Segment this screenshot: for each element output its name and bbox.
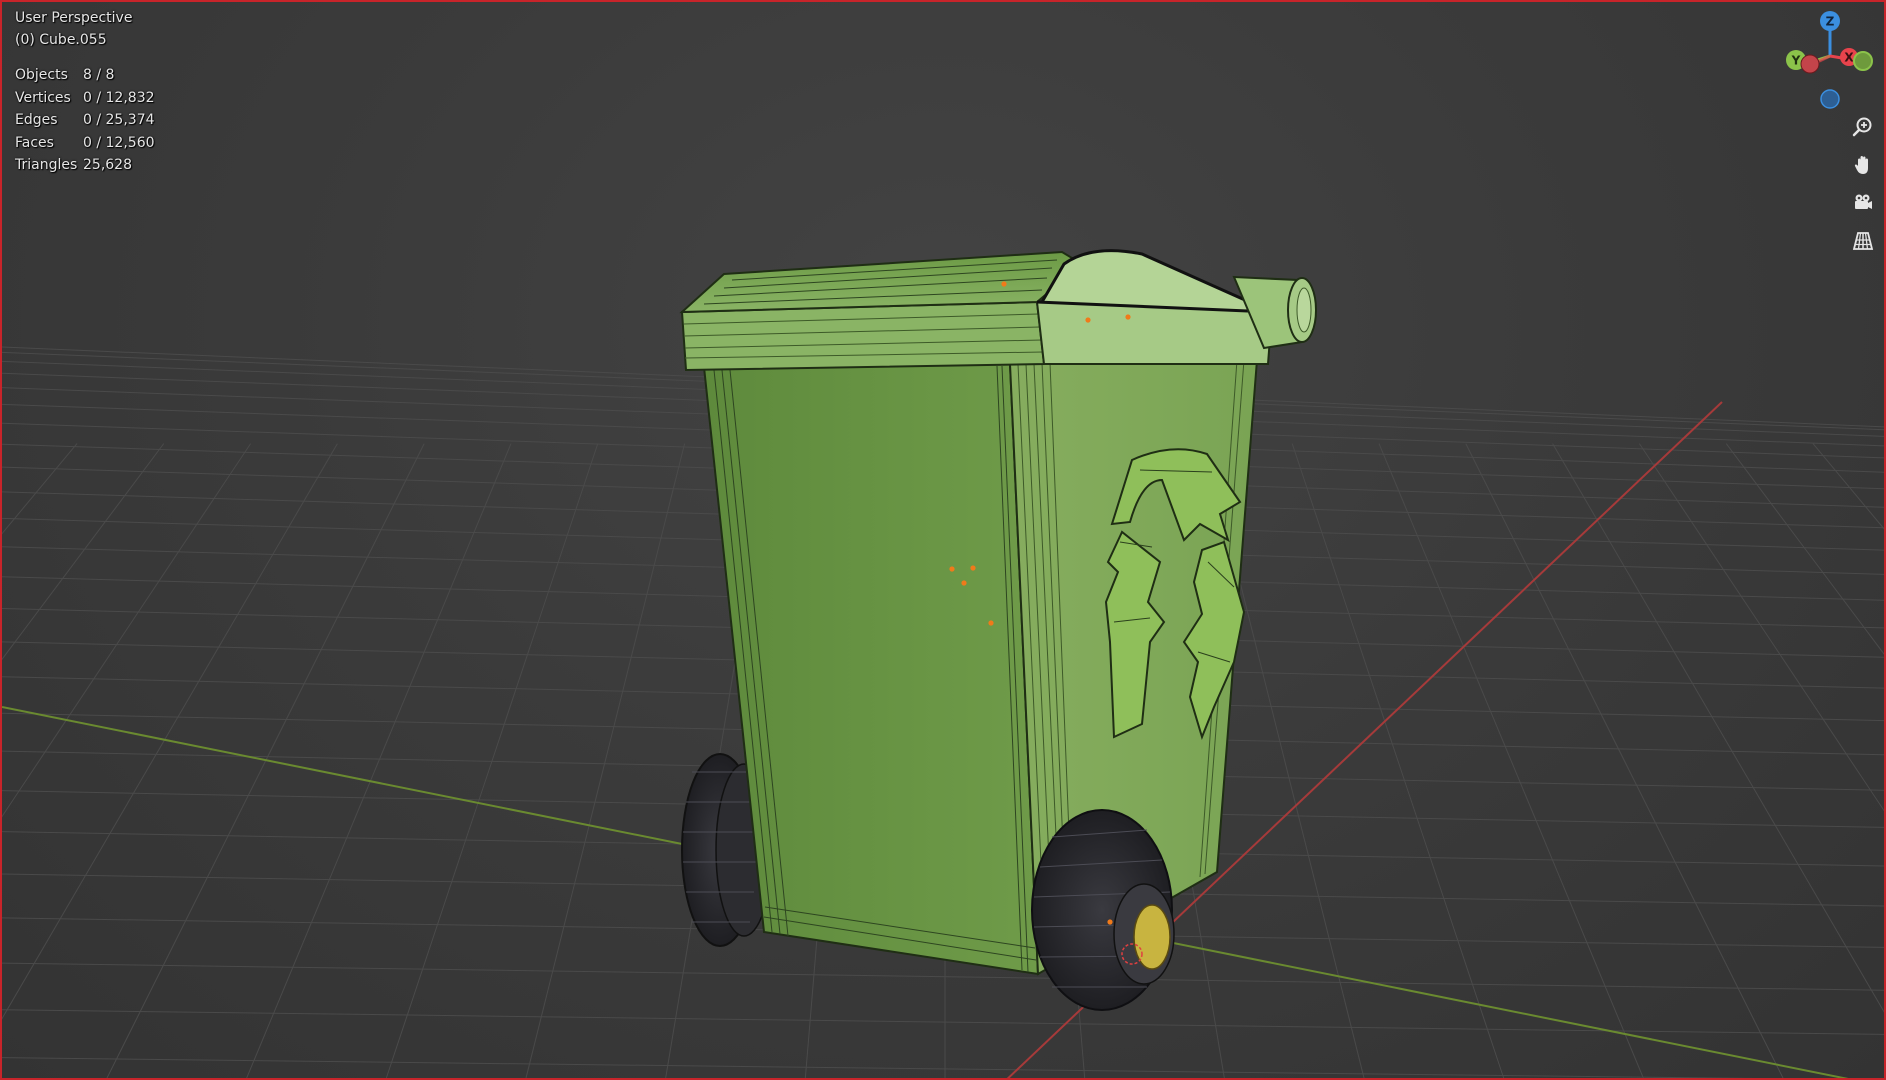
stat-value: 25,628 — [83, 157, 132, 173]
active-object-name: (0) Cube.055 — [15, 32, 107, 48]
trash-bin-model[interactable] — [679, 249, 1317, 1011]
stat-label: Edges — [15, 112, 58, 128]
view-name: User Perspective — [15, 10, 133, 26]
gizmo-neg-y-dot[interactable] — [1853, 51, 1873, 71]
gizmo-y-label: Y — [1791, 54, 1801, 68]
viewport-navigation — [1848, 112, 1882, 264]
navigation-gizmo[interactable]: Z Y X — [1778, 8, 1886, 118]
stat-value: 0 / 25,374 — [83, 112, 155, 128]
wheel-hub — [1133, 904, 1171, 970]
stat-label: Vertices — [15, 89, 71, 106]
stat-value: 8 / 8 — [83, 67, 115, 83]
camera-view-button[interactable] — [1848, 188, 1878, 218]
stat-value: 0 / 12,832 — [83, 89, 155, 106]
bin-lid-front-band — [680, 300, 1046, 372]
gizmo-neg-x-dot[interactable] — [1800, 54, 1820, 74]
stat-label: Faces — [15, 134, 54, 151]
stat-value: 0 / 12,560 — [83, 134, 155, 151]
viewport-scene[interactable] — [2, 2, 1886, 1080]
grid-perspective-icon — [1852, 232, 1874, 250]
hand-pan-icon — [1854, 156, 1868, 174]
3d-viewport[interactable]: User Perspective (0) Cube.055 Objects 8 … — [0, 0, 1886, 1080]
gizmo-z-label: Z — [1826, 15, 1835, 29]
gizmo-neg-z-dot[interactable] — [1820, 89, 1840, 109]
camera-icon — [1855, 194, 1872, 209]
front-wheel — [1031, 809, 1175, 1011]
gizmo-z-axis[interactable]: Z — [1820, 11, 1840, 31]
bin-lid-top — [679, 250, 1084, 314]
pan-button[interactable] — [1848, 150, 1878, 180]
zoom-icon — [1852, 117, 1872, 137]
stat-label: Objects — [15, 67, 68, 83]
perspective-toggle-button[interactable] — [1848, 226, 1878, 256]
stat-label: Triangles — [15, 157, 78, 173]
zoom-button[interactable] — [1848, 112, 1878, 142]
gizmo-x-label: X — [1844, 51, 1854, 65]
